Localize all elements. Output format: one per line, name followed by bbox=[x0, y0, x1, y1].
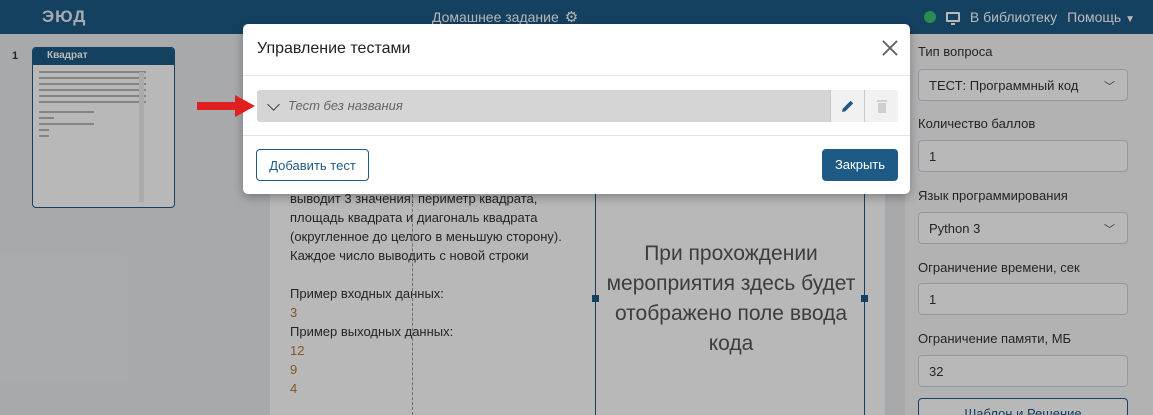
add-test-button[interactable]: Добавить тест bbox=[256, 149, 369, 181]
chevron-down-icon[interactable] bbox=[267, 98, 280, 111]
manage-tests-modal: Управление тестами Тест без названия Доб… bbox=[243, 24, 910, 194]
pencil-icon bbox=[842, 100, 854, 112]
test-name: Тест без названия bbox=[288, 98, 403, 113]
delete-test-button[interactable] bbox=[864, 90, 898, 122]
modal-title: Управление тестами bbox=[257, 40, 411, 57]
modal-footer: Добавить тест Закрыть bbox=[243, 135, 910, 194]
edit-test-button[interactable] bbox=[830, 90, 864, 122]
close-modal-button[interactable]: Закрыть bbox=[822, 149, 898, 181]
close-icon[interactable] bbox=[880, 38, 900, 58]
test-item[interactable]: Тест без названия bbox=[257, 90, 898, 122]
modal-header: Управление тестами bbox=[243, 24, 910, 76]
trash-icon bbox=[877, 100, 887, 113]
annotation-arrow-icon bbox=[197, 95, 255, 117]
